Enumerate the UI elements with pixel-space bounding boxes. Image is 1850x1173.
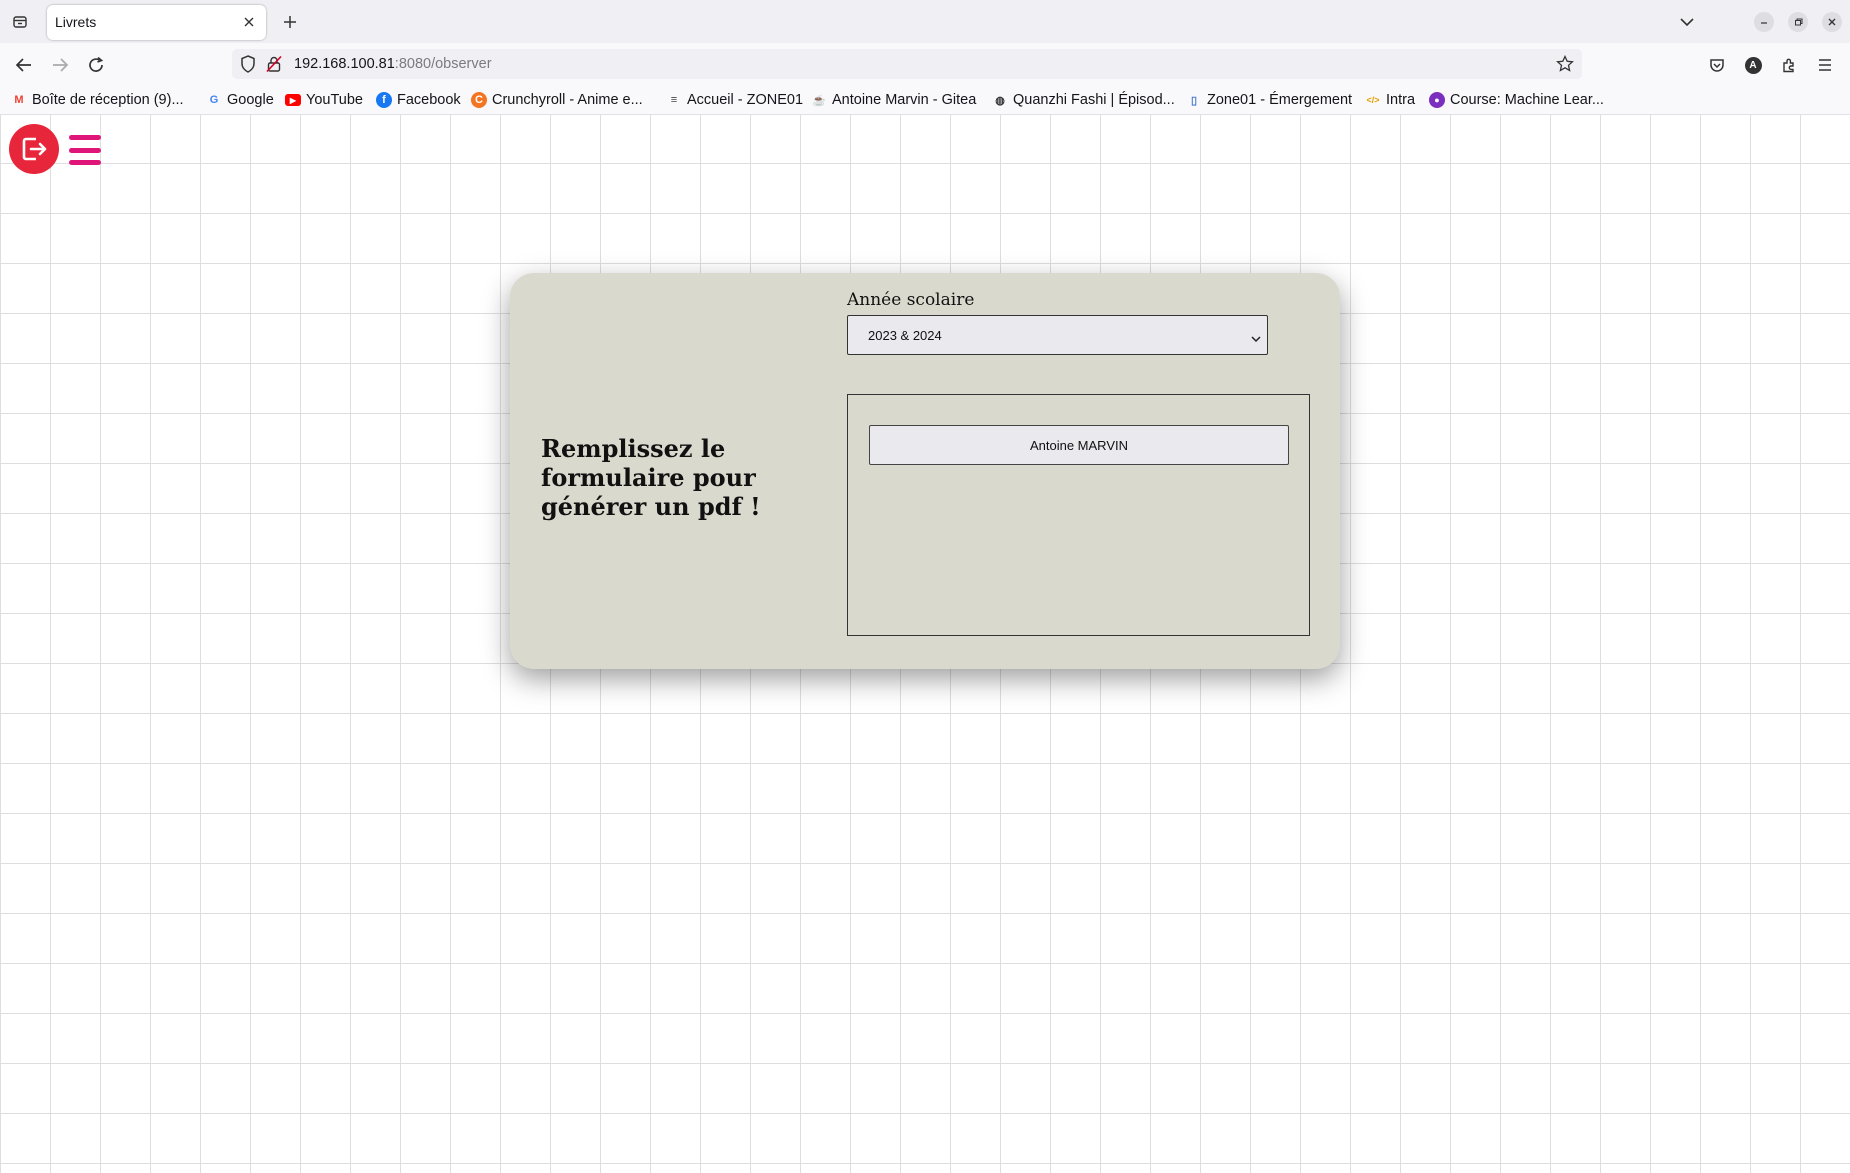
- account-avatar[interactable]: A: [1741, 53, 1765, 77]
- bookmark-google[interactable]: G Google: [206, 90, 274, 110]
- tab-list-icon[interactable]: [9, 11, 31, 33]
- bookmark-gitea[interactable]: ☕ Antoine Marvin - Gitea: [811, 90, 976, 110]
- active-tab[interactable]: Livrets: [47, 5, 266, 40]
- bookmark-crunchyroll[interactable]: C Crunchyroll - Anime e...: [471, 90, 643, 110]
- tab-title: Livrets: [55, 14, 97, 30]
- students-list: Antoine MARVIN: [847, 394, 1310, 636]
- chevron-down-icon[interactable]: [1676, 11, 1698, 33]
- bookmark-label: Zone01 - Émergement: [1207, 92, 1353, 108]
- shield-icon[interactable]: [240, 55, 256, 78]
- bookmark-gmail[interactable]: M Boîte de réception (9)...: [11, 90, 184, 110]
- bookmark-label: Quanzhi Fashi | Épisod...: [1013, 92, 1175, 108]
- student-button[interactable]: Antoine MARVIN: [869, 425, 1289, 465]
- bookmark-label: YouTube: [306, 92, 363, 108]
- close-tab-icon[interactable]: [238, 11, 260, 33]
- url-host: 192.168.100.81: [294, 56, 395, 72]
- school-year-value: 2023 & 2024: [868, 328, 942, 343]
- bookmark-label: Crunchyroll - Anime e...: [492, 92, 643, 108]
- globe-icon: ◍: [995, 94, 1005, 107]
- close-window-icon[interactable]: [1822, 12, 1842, 32]
- zone01-icon: ≡: [670, 94, 678, 106]
- youtube-icon: ▶: [285, 94, 301, 106]
- chevron-down-icon: [1251, 330, 1261, 348]
- gmail-icon: M: [14, 94, 24, 106]
- forward-icon[interactable]: [47, 52, 73, 78]
- bookmark-zone01-emargement[interactable]: ▯ Zone01 - Émergement: [1186, 90, 1352, 110]
- back-icon[interactable]: [11, 52, 37, 78]
- bookmark-quanzhi[interactable]: ◍ Quanzhi Fashi | Épisod...: [992, 90, 1175, 110]
- restore-icon[interactable]: [1788, 12, 1808, 32]
- google-icon: G: [209, 94, 219, 106]
- school-year-label: Année scolaire: [847, 290, 975, 310]
- bookmark-zone01[interactable]: ≡ Accueil - ZONE01: [666, 90, 803, 110]
- new-tab-icon[interactable]: [279, 11, 301, 33]
- bookmark-course[interactable]: ● Course: Machine Lear...: [1429, 90, 1604, 110]
- bookmark-facebook[interactable]: f Facebook: [376, 90, 461, 110]
- reload-icon[interactable]: [83, 52, 109, 78]
- bookmarks-toolbar: M Boîte de réception (9)... G Google ▶ Y…: [0, 85, 1850, 115]
- code-icon: </>: [1366, 95, 1380, 105]
- bookmark-star-icon[interactable]: [1556, 54, 1574, 78]
- form-heading: Remplissez le formulaire pour générer un…: [541, 434, 761, 521]
- bookmark-label: Boîte de réception (9)...: [32, 92, 184, 108]
- logout-icon: [22, 137, 47, 161]
- facebook-icon: f: [376, 92, 392, 108]
- bookmark-label: Course: Machine Lear...: [1450, 92, 1604, 108]
- extensions-icon[interactable]: [1777, 53, 1801, 77]
- page-content: Remplissez le formulaire pour générer un…: [0, 115, 1850, 1173]
- minimize-icon[interactable]: [1754, 12, 1774, 32]
- bookmark-label: Antoine Marvin - Gitea: [832, 92, 977, 108]
- pocket-icon[interactable]: [1705, 53, 1729, 77]
- bookmark-label: Intra: [1386, 92, 1416, 108]
- course-icon: ●: [1429, 92, 1445, 108]
- crunchyroll-icon: C: [471, 92, 487, 108]
- zone01-doc-icon: ▯: [1190, 94, 1198, 107]
- gitea-icon: ☕: [812, 94, 826, 107]
- menu-hamburger-icon[interactable]: [69, 135, 101, 165]
- bookmark-label: Google: [227, 92, 274, 108]
- logout-button[interactable]: [9, 124, 59, 174]
- hamburger-menu-icon[interactable]: [1813, 53, 1837, 77]
- url-path: :8080/observer: [394, 56, 492, 72]
- bookmark-youtube[interactable]: ▶ YouTube: [285, 90, 363, 110]
- url-bar[interactable]: 192.168.100.81:8080/observer: [232, 49, 1582, 79]
- bookmark-label: Facebook: [397, 92, 461, 108]
- avatar-initial: A: [1744, 56, 1762, 74]
- navigation-bar: 192.168.100.81:8080/observer A: [0, 43, 1850, 85]
- bookmark-label: Accueil - ZONE01: [687, 92, 804, 108]
- school-year-select[interactable]: 2023 & 2024: [847, 315, 1268, 355]
- bookmark-intra[interactable]: </> Intra: [1365, 90, 1415, 110]
- tab-bar: Livrets: [0, 0, 1850, 43]
- insecure-lock-icon[interactable]: [266, 55, 282, 78]
- pdf-form-card: Remplissez le formulaire pour générer un…: [510, 273, 1340, 669]
- url-text[interactable]: 192.168.100.81:8080/observer: [294, 56, 492, 72]
